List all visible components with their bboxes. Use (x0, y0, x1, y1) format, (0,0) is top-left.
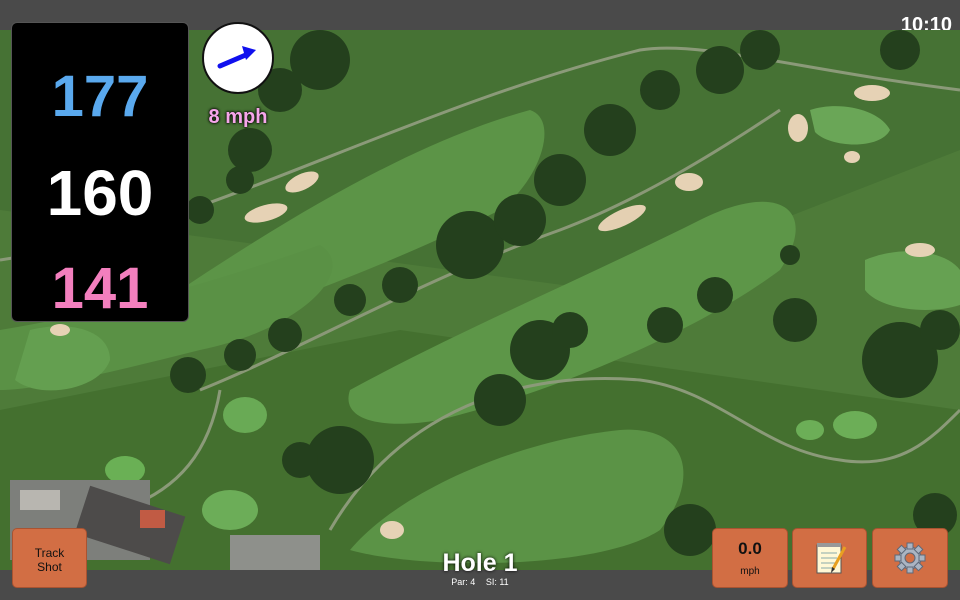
speed-value: 0.0 (738, 539, 762, 558)
front-yardage: 141 (51, 256, 149, 321)
middle-yardage: 160 (46, 157, 154, 229)
hole-info: Par: 4 SI: 11 (380, 577, 580, 587)
gear-icon (894, 542, 926, 574)
settings-button[interactable] (872, 528, 948, 588)
speed-unit: mph (740, 566, 760, 577)
track-shot-button[interactable]: Track Shot (12, 528, 87, 588)
yardage-panel: 177 160 141 (11, 22, 189, 322)
hole-stroke-index: SI: 11 (485, 577, 509, 587)
wind-speed: 8 mph (208, 106, 268, 128)
back-yardage: 177 (51, 64, 149, 129)
speed-button[interactable]: 0.0 mph (712, 528, 788, 588)
hole-title: Hole 1 (442, 549, 518, 577)
hole-par: Par: 4 (451, 577, 476, 587)
wind-indicator (202, 22, 274, 94)
scorecard-button[interactable] (792, 528, 867, 588)
track-shot-label: Track Shot (34, 546, 65, 574)
notepad-icon (816, 543, 847, 574)
arrow-icon (217, 46, 256, 69)
